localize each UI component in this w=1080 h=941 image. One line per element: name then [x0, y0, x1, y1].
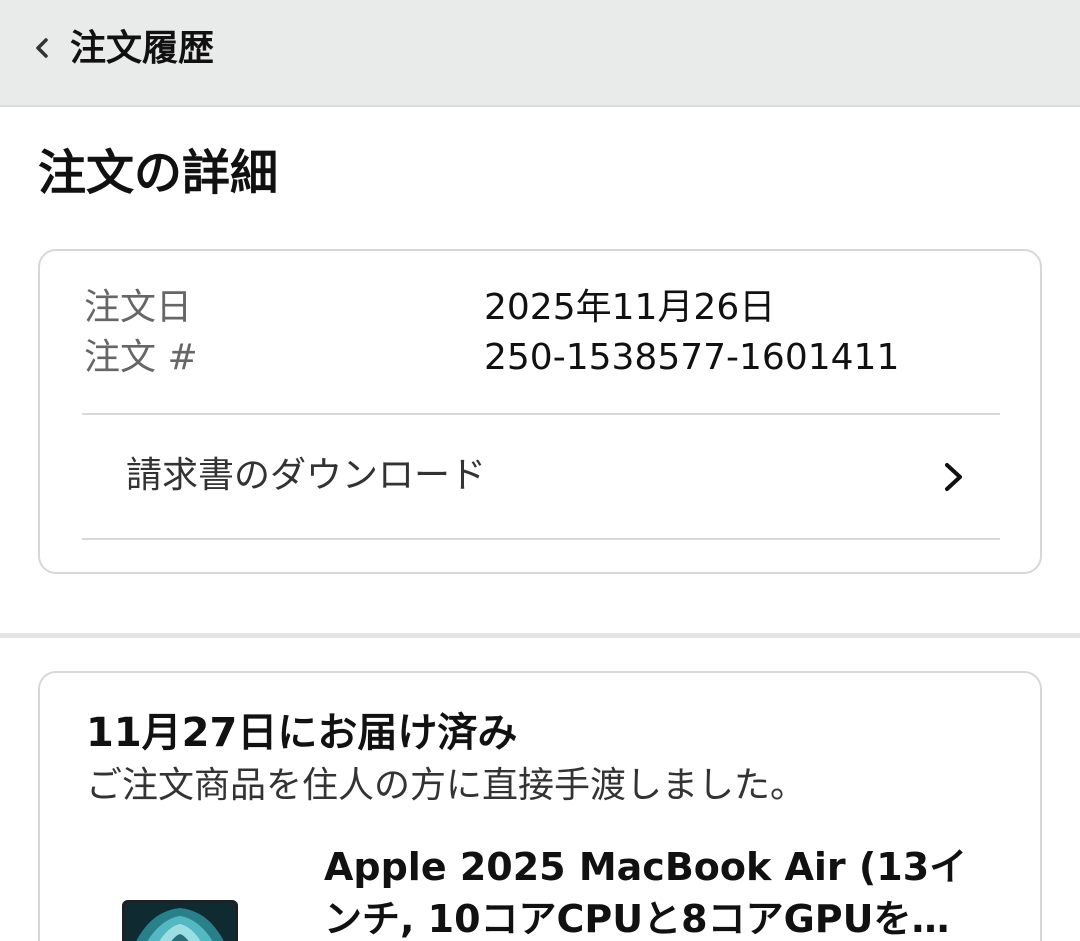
order-number-value: 250-1538577-1601411 [484, 337, 900, 378]
order-info-card: 注文日 2025年11月26日 注文 # 250-1538577-1601411… [38, 249, 1042, 574]
order-date-value: 2025年11月26日 [484, 287, 776, 328]
order-date-label: 注文日 [84, 287, 193, 328]
chevron-left-icon[interactable] [30, 34, 54, 62]
chevron-right-icon [945, 463, 962, 491]
delivery-status: 11月27日にお届け済み [86, 710, 518, 756]
page-title: 注文の詳細 [38, 145, 279, 201]
order-number-label: 注文 # [84, 337, 198, 378]
download-invoice-button[interactable]: 請求書のダウンロード [82, 415, 1000, 538]
back-to-order-history-link[interactable]: 注文履歴 [70, 26, 214, 72]
product-title-link[interactable]: Apple 2025 MacBook Air (13インチ, 10コアCPUと8… [324, 841, 984, 941]
divider [82, 538, 1000, 540]
delivery-note: ご注文商品を住人の方に直接手渡しました。 [86, 765, 807, 806]
product-image[interactable] [122, 900, 238, 941]
section-separator [0, 633, 1080, 638]
top-nav-bar: 注文履歴 [0, 0, 1080, 107]
download-invoice-label: 請求書のダウンロード [126, 455, 487, 496]
delivery-card: 11月27日にお届け済み ご注文商品を住人の方に直接手渡しました。 Apple … [38, 671, 1042, 941]
